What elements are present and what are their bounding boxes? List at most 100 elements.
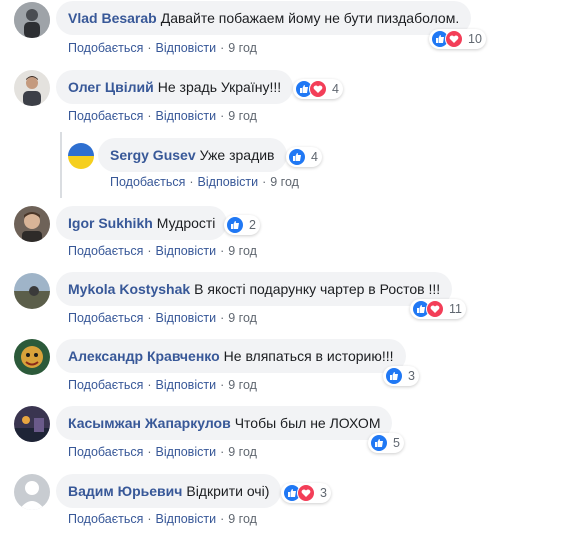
reactions-summary[interactable]: 3 xyxy=(383,366,419,386)
reply-link[interactable]: Відповісти xyxy=(156,445,217,459)
comment-actions: Подобається · Відповісти · 9 год xyxy=(68,109,257,123)
reactions-summary[interactable]: 3 xyxy=(281,483,331,503)
comment-author-link[interactable]: Касымжан Жапаркулов xyxy=(68,415,231,431)
comment-actions: Подобається · Відповісти · 9 год xyxy=(68,311,257,325)
separator: · xyxy=(147,445,152,459)
reply-thread-line xyxy=(60,132,62,198)
separator: · xyxy=(220,311,225,325)
reply-link[interactable]: Відповісти xyxy=(156,109,217,123)
timestamp[interactable]: 9 год xyxy=(228,244,257,258)
timestamp[interactable]: 9 год xyxy=(228,378,257,392)
comment-text: Не вляпаться в историю!!! xyxy=(223,348,394,364)
comment-actions: Подобається · Відповісти · 9 год xyxy=(110,175,299,189)
like-link[interactable]: Подобається xyxy=(110,175,185,189)
comment-actions: Подобається · Відповісти · 9 год xyxy=(68,512,257,526)
love-reaction-icon xyxy=(309,80,327,98)
reaction-count: 10 xyxy=(468,32,482,46)
comment-bubble: Касымжан Жапаркулов Чтобы был не ЛОХОМ xyxy=(56,406,393,440)
like-link[interactable]: Подобається xyxy=(68,41,143,55)
comment-actions: Подобається · Відповісти · 9 год xyxy=(68,244,257,258)
reaction-count: 2 xyxy=(249,218,256,232)
separator: · xyxy=(220,445,225,459)
avatar[interactable] xyxy=(14,273,50,309)
separator: · xyxy=(147,109,152,123)
like-reaction-icon xyxy=(226,216,244,234)
comment-text: В якості подарунку чартер в Ростов !!! xyxy=(194,281,441,297)
reaction-count: 4 xyxy=(332,82,339,96)
avatar[interactable] xyxy=(14,206,50,242)
love-reaction-icon xyxy=(426,300,444,318)
reply-link[interactable]: Відповісти xyxy=(156,41,217,55)
timestamp[interactable]: 9 год xyxy=(228,41,257,55)
reaction-count: 11 xyxy=(449,302,462,316)
comment-actions: Подобається · Відповісти · 9 год xyxy=(68,41,257,55)
comment-actions: Подобається · Відповісти · 9 год xyxy=(68,445,257,459)
timestamp[interactable]: 9 год xyxy=(228,109,257,123)
reactions-summary[interactable]: 11 xyxy=(410,299,466,319)
reaction-count: 3 xyxy=(408,369,415,383)
separator: · xyxy=(262,175,267,189)
separator: · xyxy=(189,175,194,189)
reactions-summary[interactable]: 4 xyxy=(293,79,343,99)
separator: · xyxy=(147,41,152,55)
timestamp[interactable]: 9 год xyxy=(228,512,257,526)
reply-link[interactable]: Відповісти xyxy=(156,378,217,392)
comment-text: Відкрити очі) xyxy=(186,483,270,499)
like-link[interactable]: Подобається xyxy=(68,378,143,392)
comment-text: Уже зрадив xyxy=(199,147,275,163)
love-reaction-icon xyxy=(297,484,315,502)
comment-author-link[interactable]: Vlad Besarab xyxy=(68,10,157,26)
separator: · xyxy=(220,378,225,392)
comment-actions: Подобається · Відповісти · 9 год xyxy=(68,378,257,392)
avatar[interactable] xyxy=(14,474,50,510)
reaction-count: 3 xyxy=(320,486,327,500)
like-reaction-icon xyxy=(385,367,403,385)
comment-author-link[interactable]: Александр Кравченко xyxy=(68,348,220,364)
like-reaction-icon xyxy=(288,148,306,166)
reaction-count: 5 xyxy=(393,436,400,450)
comment-author-link[interactable]: Mykola Kostyshak xyxy=(68,281,190,297)
like-link[interactable]: Подобається xyxy=(68,512,143,526)
separator: · xyxy=(147,311,152,325)
timestamp[interactable]: 9 год xyxy=(228,445,257,459)
comment-bubble: Александр Кравченко Не вляпаться в истори… xyxy=(56,339,406,373)
like-link[interactable]: Подобається xyxy=(68,445,143,459)
comment-bubble: Mykola Kostyshak В якості подарунку чарте… xyxy=(56,272,453,306)
avatar[interactable] xyxy=(14,70,50,106)
comment-bubble: Вадим Юрьевич Відкрити очі) xyxy=(56,474,282,508)
comment-author-link[interactable]: Олег Цвілий xyxy=(68,79,154,95)
separator: · xyxy=(147,378,152,392)
reactions-summary[interactable]: 4 xyxy=(286,147,322,167)
comment-bubble: Олег Цвілий Не зрадь Україну!!! xyxy=(56,70,294,104)
separator: · xyxy=(220,244,225,258)
reply-link[interactable]: Відповісти xyxy=(156,512,217,526)
avatar[interactable] xyxy=(68,143,94,169)
timestamp[interactable]: 9 год xyxy=(270,175,299,189)
like-link[interactable]: Подобається xyxy=(68,109,143,123)
love-reaction-icon xyxy=(445,30,463,48)
avatar[interactable] xyxy=(14,406,50,442)
comment-text: Мудрості xyxy=(156,215,216,231)
comment-text: Чтобы был не ЛОХОМ xyxy=(234,415,381,431)
like-link[interactable]: Подобається xyxy=(68,311,143,325)
like-reaction-icon xyxy=(370,434,388,452)
separator: · xyxy=(220,109,225,123)
reply-link[interactable]: Відповісти xyxy=(198,175,259,189)
comment-bubble: Igor Sukhikh Мудрості xyxy=(56,206,228,240)
comment-author-link[interactable]: Sergy Gusev xyxy=(110,147,196,163)
avatar[interactable] xyxy=(14,339,50,375)
separator: · xyxy=(147,512,152,526)
comment-author-link[interactable]: Igor Sukhikh xyxy=(68,215,153,231)
reply-link[interactable]: Відповісти xyxy=(156,244,217,258)
comment-bubble: Vlad Besarab Давайте побажаем йому не бут… xyxy=(56,1,472,35)
reactions-summary[interactable]: 2 xyxy=(224,215,260,235)
reactions-summary[interactable]: 5 xyxy=(368,433,404,453)
avatar[interactable] xyxy=(14,2,50,38)
timestamp[interactable]: 9 год xyxy=(228,311,257,325)
separator: · xyxy=(220,512,225,526)
reply-link[interactable]: Відповісти xyxy=(156,311,217,325)
like-link[interactable]: Подобається xyxy=(68,244,143,258)
separator: · xyxy=(147,244,152,258)
comment-author-link[interactable]: Вадим Юрьевич xyxy=(68,483,182,499)
reactions-summary[interactable]: 10 xyxy=(429,29,486,49)
